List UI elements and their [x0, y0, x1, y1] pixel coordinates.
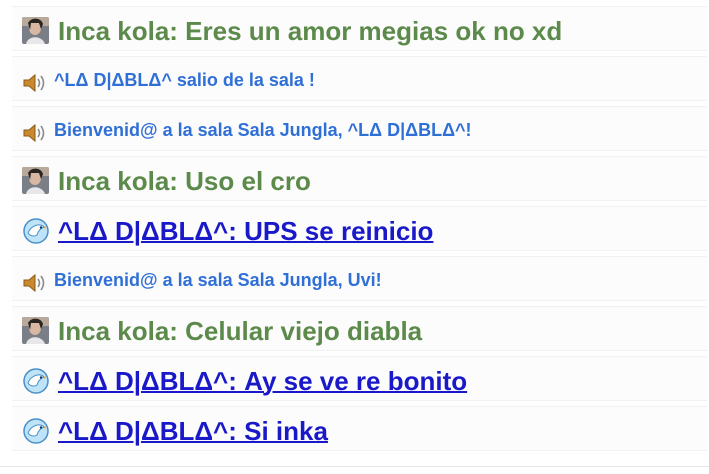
chat-message: Inca kola: Celular viejo diabla: [12, 306, 707, 351]
chat-message: ^LΔ D|ΔBLΔ^: Si inka: [12, 406, 707, 451]
speaker-icon: [22, 73, 47, 93]
chat-message: Bienvenid@ a la sala Sala Jungla, Uvi!: [12, 256, 707, 301]
chat-message: Inca kola: Uso el cro: [12, 156, 707, 201]
speaker-icon: [22, 123, 47, 143]
chat-message: Bienvenid@ a la sala Sala Jungla, ^LΔ D|…: [12, 106, 707, 151]
message-text: Inca kola: Eres un amor megias ok no xd: [58, 16, 563, 46]
user-avatar[interactable]: [22, 317, 49, 344]
chat-message: ^LΔ D|ΔBLΔ^: Ay se ve re bonito: [12, 356, 707, 401]
chat-message: ^LΔ D|ΔBLΔ^ salio de la sala !: [12, 56, 707, 101]
message-text: Inca kola: Uso el cro: [58, 166, 311, 196]
user-avatar[interactable]: [22, 167, 49, 194]
message-text: Bienvenid@ a la sala Sala Jungla, ^LΔ D|…: [54, 120, 472, 140]
message-link[interactable]: ^LΔ D|ΔBLΔ^: Ay se ve re bonito: [58, 366, 467, 396]
user-avatar[interactable]: [22, 17, 49, 44]
chat-message: ^LΔ D|ΔBLΔ^: UPS se reinicio: [12, 206, 707, 251]
message-link[interactable]: ^LΔ D|ΔBLΔ^: Si inka: [58, 416, 328, 446]
chat-log: Inca kola: Eres un amor megias ok no xd …: [12, 6, 707, 456]
bird-icon: [22, 217, 50, 245]
bird-icon: [22, 367, 50, 395]
message-link[interactable]: ^LΔ D|ΔBLΔ^: UPS se reinicio: [58, 216, 433, 246]
bird-icon: [22, 417, 50, 445]
divider: [0, 466, 709, 467]
chat-message: Inca kola: Eres un amor megias ok no xd: [12, 6, 707, 51]
message-text: Inca kola: Celular viejo diabla: [58, 316, 423, 346]
message-text: Bienvenid@ a la sala Sala Jungla, Uvi!: [54, 270, 382, 290]
speaker-icon: [22, 273, 47, 293]
message-text: ^LΔ D|ΔBLΔ^ salio de la sala !: [54, 70, 315, 90]
